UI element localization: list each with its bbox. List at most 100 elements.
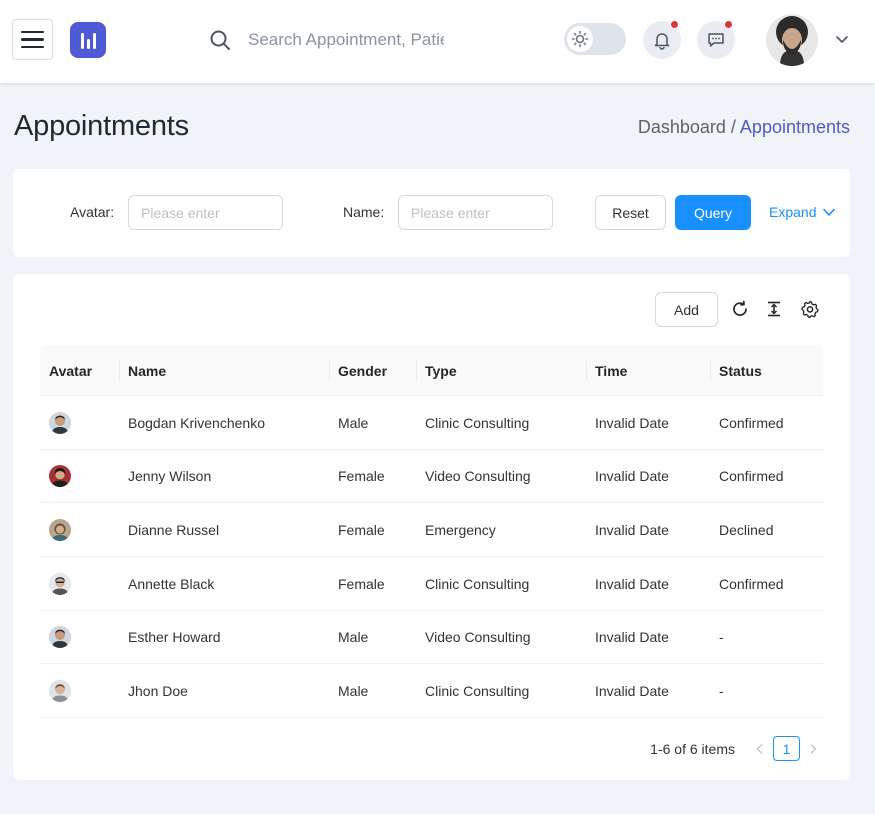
- column-header-gender: Gender: [329, 345, 416, 396]
- message-dot: [724, 20, 733, 29]
- column-header-time: Time: [586, 345, 710, 396]
- column-height-icon[interactable]: [765, 300, 783, 318]
- table-header: Avatar Name Gender Type Time Status: [40, 345, 823, 396]
- type-cell: Emergency: [425, 521, 496, 538]
- avatar-cell: [40, 450, 71, 503]
- type-cell: Video Consulting: [425, 468, 531, 485]
- chevron-right-icon[interactable]: [802, 743, 824, 755]
- name-filter-label-text: Name: [343, 204, 381, 220]
- name-cell: Annette Black: [128, 575, 215, 592]
- gender-cell: Male: [338, 414, 369, 431]
- chevron-left-icon[interactable]: [749, 743, 771, 755]
- status-cell: -: [719, 682, 724, 699]
- time-cell: Invalid Date: [595, 414, 669, 431]
- table-row[interactable]: Jenny Wilson Female Video Consulting Inv…: [40, 450, 823, 504]
- logo-bar: [92, 33, 96, 49]
- name-cell: Dianne Russel: [128, 521, 220, 538]
- pagination-summary: 1-6 of 6 items: [650, 740, 735, 757]
- search-icon: [210, 30, 230, 50]
- expand-label: Expand: [769, 204, 817, 220]
- table-row[interactable]: Bogdan Krivenchenko Male Clinic Consulti…: [40, 396, 823, 450]
- time-cell: Invalid Date: [595, 629, 669, 646]
- settings-gear-icon[interactable]: [801, 300, 819, 318]
- avatar-cell: [40, 503, 71, 556]
- menu-line: [21, 45, 44, 49]
- page-title: Appointments: [14, 110, 189, 142]
- user-avatar[interactable]: [766, 14, 818, 66]
- table-row[interactable]: Jhon Doe Male Clinic Consulting Invalid …: [40, 664, 823, 719]
- app-logo-icon[interactable]: [70, 22, 106, 58]
- gender-cell: Female: [338, 521, 385, 538]
- time-cell: Invalid Date: [595, 682, 669, 699]
- filter-panel: Avatar: Name: Reset Query Expand: [13, 169, 850, 257]
- avatar-cell: [40, 611, 71, 664]
- table-row[interactable]: Annette Black Female Clinic Consulting I…: [40, 557, 823, 611]
- type-cell: Video Consulting: [425, 629, 531, 646]
- pagination: 1-6 of 6 items 1: [650, 736, 824, 761]
- type-cell: Clinic Consulting: [425, 575, 530, 592]
- gender-cell: Female: [338, 468, 385, 485]
- time-cell: Invalid Date: [595, 575, 669, 592]
- breadcrumb: Dashboard / Appointments: [638, 117, 850, 138]
- logo-bar: [80, 33, 84, 49]
- breadcrumb-dashboard[interactable]: Dashboard /: [638, 117, 736, 137]
- notification-dot: [670, 20, 679, 29]
- add-appointment-button[interactable]: Add: [655, 292, 718, 327]
- type-cell: Clinic Consulting: [425, 414, 530, 431]
- column-header-type: Type: [416, 345, 586, 396]
- avatar-filter-label: Avatar:: [70, 204, 115, 220]
- status-cell: -: [719, 629, 724, 646]
- name-cell: Esther Howard: [128, 629, 221, 646]
- patient-avatar: [49, 411, 71, 434]
- messages-button[interactable]: [697, 20, 735, 59]
- appointments-table: Avatar Name Gender Type Time Status Bogd…: [40, 345, 823, 719]
- status-cell: Confirmed: [719, 468, 784, 485]
- page-number-button[interactable]: 1: [773, 736, 800, 761]
- menu-line: [21, 30, 44, 34]
- time-cell: Invalid Date: [595, 468, 669, 485]
- hamburger-menu-button[interactable]: [12, 19, 53, 60]
- reset-button[interactable]: Reset: [595, 195, 666, 230]
- status-cell: Declined: [719, 521, 774, 538]
- gender-cell: Male: [338, 629, 369, 646]
- menu-line: [21, 38, 44, 41]
- sun-icon: [567, 26, 593, 52]
- avatar-cell: [40, 664, 71, 717]
- patient-avatar: [49, 518, 71, 541]
- bell-icon: [654, 33, 670, 50]
- reload-icon[interactable]: [731, 300, 749, 318]
- notifications-button[interactable]: [643, 20, 681, 59]
- gender-cell: Male: [338, 682, 369, 699]
- patient-avatar: [49, 465, 71, 488]
- appointments-table-card: Add Avatar Name Gender Type Time Status: [13, 274, 850, 780]
- status-cell: Confirmed: [719, 414, 784, 431]
- patient-avatar: [49, 572, 71, 595]
- query-button[interactable]: Query: [675, 195, 751, 230]
- search-input[interactable]: [248, 28, 444, 52]
- column-header-name: Name: [119, 345, 329, 396]
- name-filter-input[interactable]: [398, 195, 553, 230]
- table-row[interactable]: Esther Howard Male Video Consulting Inva…: [40, 611, 823, 665]
- status-cell: Confirmed: [719, 575, 784, 592]
- logo-bar: [86, 39, 90, 49]
- chevron-down-icon[interactable]: [834, 31, 850, 47]
- table-row[interactable]: Dianne Russel Female Emergency Invalid D…: [40, 503, 823, 558]
- patient-avatar: [49, 679, 71, 702]
- gender-cell: Female: [338, 575, 385, 592]
- time-cell: Invalid Date: [595, 521, 669, 538]
- avatar-cell: [40, 557, 71, 610]
- type-cell: Clinic Consulting: [425, 682, 530, 699]
- chat-icon: [708, 33, 724, 47]
- chevron-down-icon: [823, 208, 836, 216]
- name-cell: Jhon Doe: [128, 682, 188, 699]
- theme-toggle[interactable]: [564, 23, 626, 55]
- name-cell: Jenny Wilson: [128, 468, 212, 485]
- patient-avatar: [49, 626, 71, 649]
- expand-filters-link[interactable]: Expand: [769, 204, 836, 220]
- breadcrumb-current: Appointments: [739, 117, 850, 137]
- avatar-filter-input[interactable]: [128, 195, 283, 230]
- name-filter-label: Name:: [343, 204, 385, 220]
- avatar-filter-label-text: Avatar: [70, 204, 111, 220]
- name-cell: Bogdan Krivenchenko: [128, 414, 265, 431]
- column-header-status: Status: [710, 345, 823, 396]
